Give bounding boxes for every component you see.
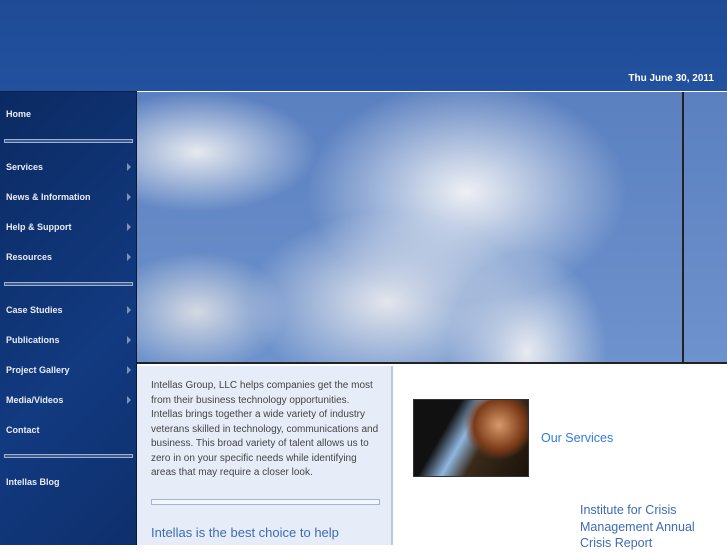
- chevron-right-icon: [127, 366, 131, 374]
- nav-item-home[interactable]: Home: [6, 109, 133, 119]
- tagline-heading: Intellas is the best choice to help: [151, 525, 339, 540]
- header-banner: Thu June 30, 2011: [0, 0, 727, 91]
- intro-text: Intellas Group, LLC helps companies get …: [151, 380, 379, 478]
- our-services-link[interactable]: Our Services: [541, 431, 613, 445]
- nav-item-contact[interactable]: Contact: [6, 425, 133, 435]
- nav-item-label: Project Gallery: [6, 365, 70, 375]
- current-date: Thu June 30, 2011: [628, 73, 714, 84]
- nav-item-label: Intellas Blog: [6, 477, 60, 487]
- nav-item-case-studies[interactable]: Case Studies: [6, 305, 133, 315]
- services-photo[interactable]: [413, 399, 529, 477]
- chevron-right-icon: [127, 163, 131, 171]
- nav-item-label: News & Information: [6, 192, 91, 202]
- nav-separator: [4, 282, 133, 286]
- nav-item-news-information[interactable]: News & Information: [6, 192, 133, 202]
- intro-panel: Intellas Group, LLC helps companies get …: [137, 366, 393, 545]
- chevron-right-icon: [127, 193, 131, 201]
- nav-separator: [4, 139, 133, 143]
- sidebar-nav: Home Services News & Information Help & Sup…: [0, 91, 137, 545]
- chevron-right-icon: [127, 306, 131, 314]
- nav-item-project-gallery[interactable]: Project Gallery: [6, 365, 133, 375]
- chevron-right-icon: [127, 336, 131, 344]
- nav-item-services[interactable]: Services: [6, 162, 133, 172]
- chevron-right-icon: [127, 253, 131, 261]
- crisis-report-link[interactable]: Institute for Crisis Management Annual C…: [580, 502, 720, 552]
- nav-item-label: Publications: [6, 335, 60, 345]
- chevron-right-icon: [127, 223, 131, 231]
- nav-item-intellas-blog[interactable]: Intellas Blog: [6, 477, 133, 487]
- chevron-right-icon: [127, 396, 131, 404]
- nav-item-publications[interactable]: Publications: [6, 335, 133, 345]
- nav-item-help-support[interactable]: Help & Support: [6, 222, 133, 232]
- nav-item-label: Home: [6, 109, 32, 119]
- nav-item-label: Resources: [6, 252, 53, 262]
- nav-item-media-videos[interactable]: Media/Videos: [6, 395, 133, 405]
- nav-item-label: Help & Support: [6, 222, 72, 232]
- nav-item-label: Contact: [6, 425, 40, 435]
- hero-divider: [682, 92, 684, 364]
- nav-item-label: Services: [6, 162, 44, 172]
- hero-sky-image: [137, 92, 727, 364]
- nav-item-resources[interactable]: Resources: [6, 252, 133, 262]
- nav-separator: [4, 454, 133, 458]
- nav-item-label: Case Studies: [6, 305, 63, 315]
- panel-divider: [151, 499, 380, 505]
- nav-item-label: Media/Videos: [6, 395, 64, 405]
